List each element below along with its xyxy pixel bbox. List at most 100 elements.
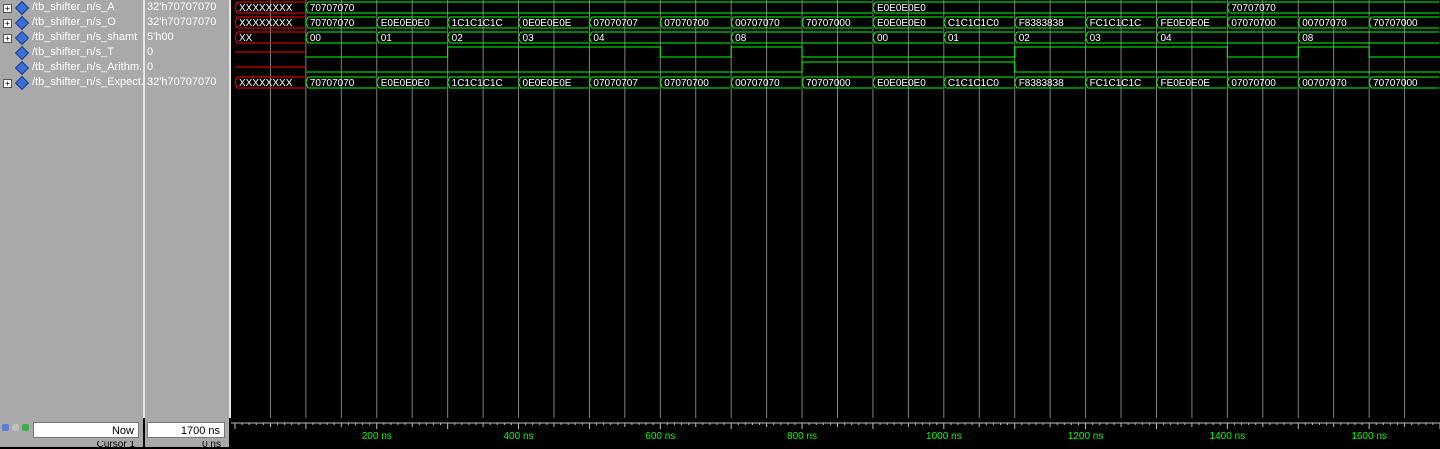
bus-value: 70707000 (1373, 18, 1418, 29)
signal-name: /tb_shifter_n/s_T (32, 46, 114, 58)
ruler-label: 1400 ns (1210, 431, 1246, 442)
bus-value: 07070707 (593, 78, 638, 89)
expand-icon[interactable]: + (3, 34, 12, 43)
signal-names-pane: + /tb_shifter_n/s_A + /tb_shifter_n/s_O … (0, 0, 150, 418)
bus-value: 08 (735, 33, 747, 44)
bus-value: 07070700 (1231, 18, 1276, 29)
ruler-label: 200 ns (362, 431, 392, 442)
bus-value: FE0E0E0E (1160, 78, 1210, 89)
signal-value: 32'h70707070 (147, 1, 217, 13)
signal-value: 0 (147, 46, 154, 58)
signal-name: /tb_shifter_n/s_Expect... (32, 76, 151, 88)
now-value: 1700 ns (147, 422, 225, 438)
bus-value: C1C1C1C0 (948, 18, 1000, 29)
ruler-label: 600 ns (645, 431, 675, 442)
bus-value: 00707070 (735, 78, 780, 89)
bus-value: 01 (381, 33, 393, 44)
bus-value: E0E0E0E0 (381, 18, 430, 29)
bus-value: 03 (523, 33, 535, 44)
signal-values-pane: 32'h70707070 32'h70707070 5'h00 0 0 32'h… (145, 0, 229, 418)
signal-name: /tb_shifter_n/s_O (32, 16, 116, 28)
bus-value: 02 (452, 33, 464, 44)
bus-value: 70707000 (806, 78, 851, 89)
bus-value: 70707070 (310, 3, 355, 14)
cursor-label: Cursor 1 (96, 441, 135, 449)
bus-value: XX (239, 33, 253, 44)
bus-value: 07070700 (1231, 78, 1276, 89)
bus-value: 07070700 (664, 78, 709, 89)
bus-value: XXXXXXXX (239, 78, 293, 89)
bus-value: E0E0E0E0 (877, 18, 926, 29)
now-label: Now (33, 422, 139, 438)
bus-value: 00 (877, 33, 889, 44)
ruler-label: 800 ns (787, 431, 817, 442)
signal-value: 5'h00 (147, 31, 174, 43)
bus-value: 07070700 (664, 18, 709, 29)
signal-row-shamt[interactable]: + /tb_shifter_n/s_shamt (0, 30, 143, 46)
bus-value: 08 (1302, 33, 1314, 44)
bus-value: 02 (1019, 33, 1031, 44)
signal-name: /tb_shifter_n/s_Arithm... (32, 61, 149, 73)
bus-value: 01 (948, 33, 960, 44)
bus-value: 70707070 (1231, 3, 1276, 14)
signal-value: 32'h70707070 (147, 76, 217, 88)
bus-segment (305, 1, 872, 14)
bus-value: F8383838 (1019, 78, 1064, 89)
bus-value: C1C1C1C0 (948, 78, 1000, 89)
signal-value: 32'h70707070 (147, 16, 217, 28)
bus-value: E0E0E0E0 (877, 78, 926, 89)
time-ruler[interactable]: 200 ns 400 ns 600 ns 800 ns 1000 ns 1200 ns 14… (231, 418, 1440, 447)
signal-name: /tb_shifter_n/s_shamt (32, 31, 138, 43)
bus-value: 1C1C1C1C (452, 18, 503, 29)
waveform-canvas[interactable]: XXXXXXXX 70707070 E0E0E0E0 70707070XXXXXXXX… (231, 0, 1440, 418)
bus-value: 07070707 (593, 18, 638, 29)
bus-value: 03 (1090, 33, 1102, 44)
signal-icon (14, 60, 30, 76)
ruler-label: 400 ns (504, 431, 534, 442)
bus-value: E0E0E0E0 (877, 3, 926, 14)
bus-value: E0E0E0E0 (381, 78, 430, 89)
signal-icon (14, 75, 30, 91)
cursor-value: 0 ns (202, 441, 221, 449)
signal-row-arith[interactable]: /tb_shifter_n/s_Arithm... (0, 60, 148, 76)
bus-value: 04 (593, 33, 605, 44)
bus-value: FC1C1C1C (1090, 18, 1142, 29)
signal-icon (14, 0, 30, 16)
expand-icon[interactable]: + (3, 4, 12, 13)
ruler-label: 1000 ns (926, 431, 962, 442)
signal-row-o[interactable]: + /tb_shifter_n/s_O (0, 15, 143, 31)
signal-row-t[interactable]: /tb_shifter_n/s_T (0, 45, 143, 61)
signal-name: /tb_shifter_n/s_A (32, 1, 115, 13)
signal-icon (14, 45, 30, 61)
bus-value: 00707070 (1302, 18, 1347, 29)
expand-icon[interactable]: + (3, 79, 12, 88)
bus-value: 00707070 (1302, 78, 1347, 89)
bus-value: 1C1C1C1C (452, 78, 503, 89)
zoom-icon[interactable] (2, 424, 9, 431)
signal-icon (14, 15, 30, 31)
now-value-cell: 1700 ns 0 ns (145, 418, 229, 449)
waveform-pane[interactable]: XXXXXXXX 70707070 E0E0E0E0 70707070 XXXXXXXX… (231, 0, 1440, 418)
window-icon[interactable] (12, 424, 19, 431)
ruler-label: 1600 ns (1351, 431, 1387, 442)
bus-value: 70707070 (310, 18, 355, 29)
bus-value: 70707000 (806, 18, 851, 29)
bus-value: 00 (310, 33, 322, 44)
signal-row-expect[interactable]: + /tb_shifter_n/s_Expect... (0, 75, 150, 91)
bus-value: FE0E0E0E (1160, 18, 1210, 29)
expand-icon[interactable]: + (3, 19, 12, 28)
bus-value: FC1C1C1C (1090, 78, 1142, 89)
bus-value: XXXXXXXX (239, 3, 293, 14)
signal-value: 0 (147, 61, 154, 73)
signal-icon (14, 30, 30, 46)
bus-value: 70707000 (1373, 78, 1418, 89)
bus-value: XXXXXXXX (239, 18, 293, 29)
bus-value: 04 (1160, 33, 1172, 44)
add-cursor-icon[interactable] (22, 424, 29, 431)
now-label-cell: Now Cursor 1 (0, 418, 143, 449)
bus-value: 0E0E0E0E (523, 78, 572, 89)
time-ruler-canvas[interactable]: 200 ns 400 ns 600 ns 800 ns 1000 ns 1200 ns 14… (231, 418, 1440, 447)
bus-value: 00707070 (735, 18, 780, 29)
bus-value: 70707070 (310, 78, 355, 89)
signal-row-a[interactable]: + /tb_shifter_n/s_A (0, 0, 143, 16)
